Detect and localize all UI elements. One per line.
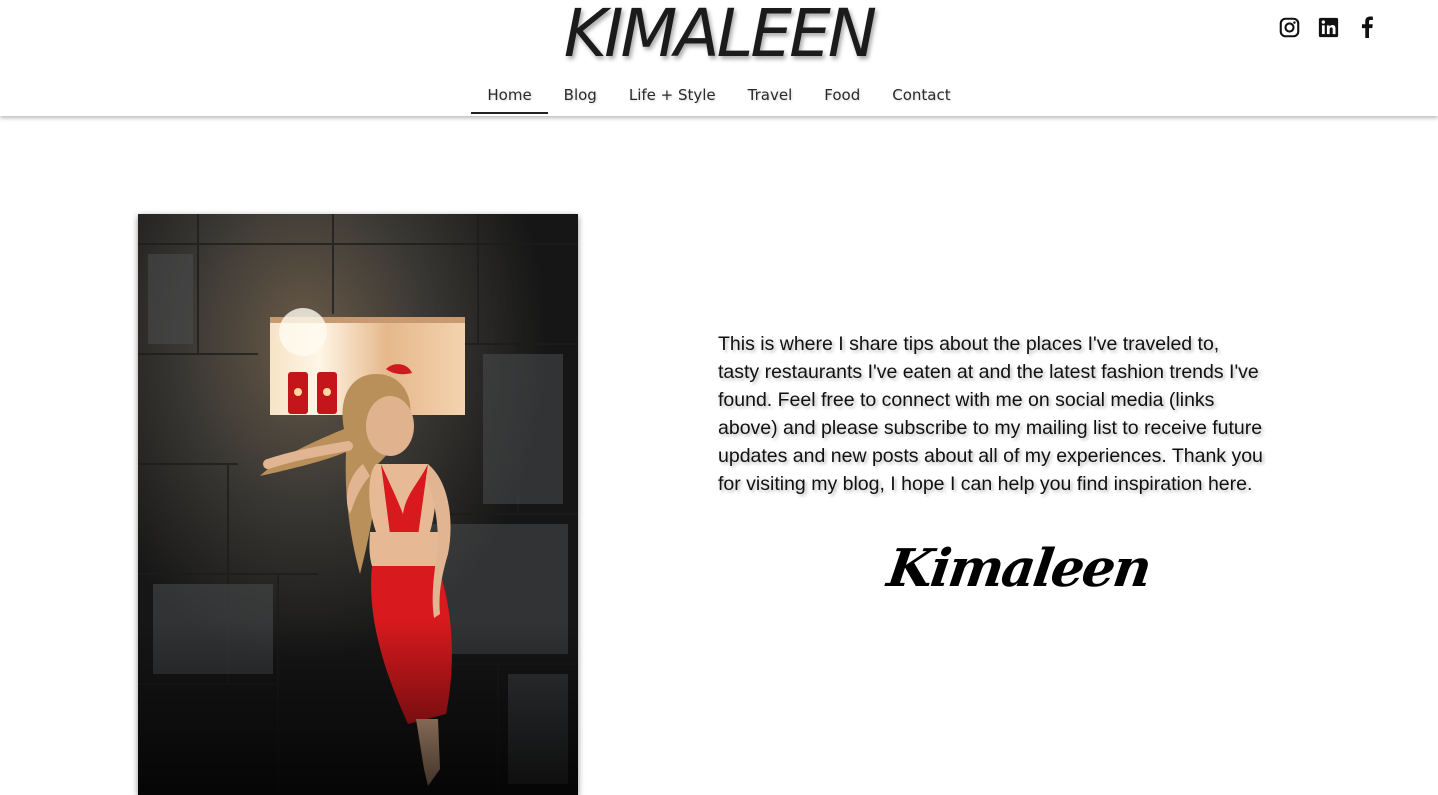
nav-item-home[interactable]: Home (471, 82, 548, 114)
signature: Kimaleen (883, 538, 1154, 599)
main-nav: Home Blog Life + Style Travel Food Conta… (0, 82, 1438, 114)
site-logo[interactable]: KIMALEEN (0, 0, 1438, 74)
social-links (1278, 14, 1378, 40)
profile-photo (138, 214, 578, 795)
profile-photo-illustration (138, 214, 578, 795)
nav-item-contact[interactable]: Contact (876, 82, 966, 114)
site-header: KIMALEEN Home Blog Life + Style Travel F… (0, 0, 1438, 116)
nav-item-travel[interactable]: Travel (732, 82, 809, 114)
instagram-icon[interactable] (1278, 14, 1300, 40)
nav-item-blog[interactable]: Blog (548, 82, 613, 114)
nav-item-life-style[interactable]: Life + Style (613, 82, 732, 114)
facebook-icon[interactable] (1356, 14, 1378, 40)
linkedin-icon[interactable] (1317, 14, 1339, 40)
intro-text: This is where I share tips about the pla… (718, 333, 1263, 495)
nav-item-food[interactable]: Food (808, 82, 876, 114)
